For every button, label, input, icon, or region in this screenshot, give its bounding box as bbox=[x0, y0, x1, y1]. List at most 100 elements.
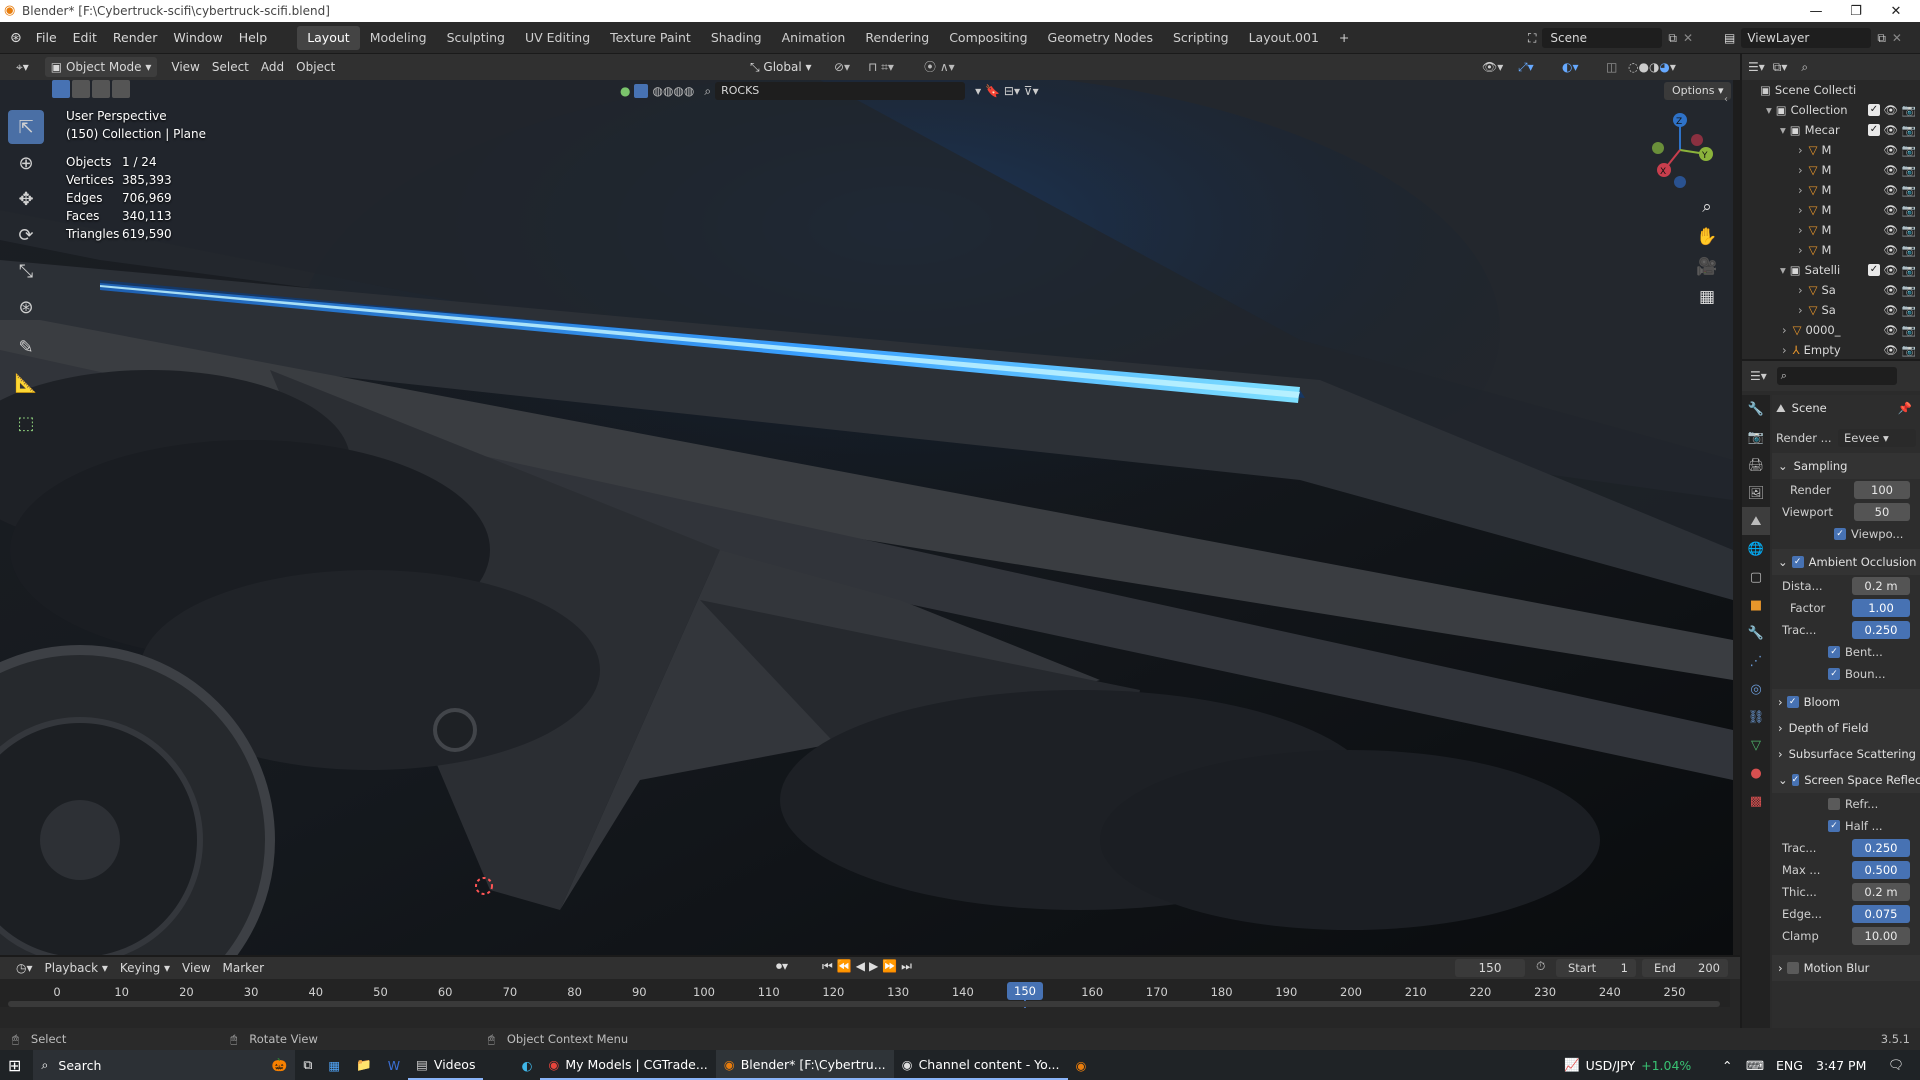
menu-keying[interactable]: Keying ▾ bbox=[114, 958, 176, 978]
bloom-panel-header[interactable]: › ✓ Bloom bbox=[1772, 689, 1920, 715]
zoom-icon[interactable]: ⌕ bbox=[1692, 192, 1722, 222]
render-camera-icon[interactable]: 📷 bbox=[1902, 163, 1916, 177]
render-camera-icon[interactable]: 📷 bbox=[1902, 243, 1916, 257]
keyboard-icon[interactable]: ⌨ bbox=[1738, 1050, 1772, 1080]
filter-icons[interactable]: ◍◍◍◍ bbox=[652, 84, 694, 98]
store-icon[interactable]: ▦ bbox=[320, 1050, 348, 1080]
pan-hand-icon[interactable]: ✋ bbox=[1692, 222, 1722, 252]
ao-checkbox[interactable]: ✓ bbox=[1791, 556, 1804, 568]
outliner-editor-icon[interactable]: ☰▾ bbox=[1748, 60, 1765, 74]
outliner-row[interactable]: ▾ ▣ Mecar ✓ 👁 📷 bbox=[1742, 120, 1920, 140]
ssr-max-field[interactable]: 0.500 bbox=[1852, 861, 1910, 879]
outliner-row[interactable]: › ▽ Sa 👁 📷 bbox=[1742, 300, 1920, 320]
render-camera-icon[interactable]: 📷 bbox=[1902, 343, 1916, 357]
render-camera-icon[interactable]: 📷 bbox=[1902, 203, 1916, 217]
select-subtract-icon[interactable] bbox=[92, 80, 110, 98]
bloom-checkbox[interactable]: ✓ bbox=[1786, 696, 1799, 708]
viewport-denoise-row[interactable]: ✓ Viewpo... bbox=[1772, 523, 1920, 545]
scale-tool-icon[interactable]: ⤡ bbox=[8, 254, 44, 288]
row-checkbox[interactable]: ✓ bbox=[1868, 124, 1880, 136]
menu-select[interactable]: Select bbox=[206, 57, 255, 77]
taskbar-app-chrome-2[interactable]: ◉ Channel content - Yo... bbox=[893, 1050, 1068, 1080]
eye-icon[interactable]: 👁 bbox=[1883, 103, 1898, 117]
physics-tab-icon[interactable]: ◎ bbox=[1742, 675, 1770, 703]
select-new-icon[interactable] bbox=[52, 80, 70, 98]
start-windows-icon[interactable]: ⊞ bbox=[0, 1050, 29, 1080]
output-tab-icon[interactable]: 🖨 bbox=[1742, 451, 1770, 479]
viewlayer-name-field[interactable]: ViewLayer bbox=[1741, 28, 1872, 48]
tab-scripting[interactable]: Scripting bbox=[1163, 26, 1239, 50]
menu-playback[interactable]: Playback ▾ bbox=[39, 958, 114, 978]
editor-type-icon[interactable]: ⌖▾ bbox=[10, 57, 35, 77]
eye-icon[interactable]: 👁 bbox=[1883, 123, 1898, 137]
properties-editor-icon[interactable]: ☰▾ bbox=[1750, 369, 1767, 383]
ao-factor-field[interactable]: 1.00 bbox=[1852, 599, 1910, 617]
properties-search-input[interactable]: ⌕ bbox=[1776, 367, 1897, 385]
timeline-editor-icon[interactable]: ◷▾ bbox=[10, 958, 39, 978]
render-camera-icon[interactable]: 📷 bbox=[1902, 103, 1916, 117]
render-camera-icon[interactable]: 📷 bbox=[1902, 283, 1916, 297]
world-tab-icon[interactable]: 🌐 bbox=[1742, 535, 1770, 563]
viewport-denoise-checkbox[interactable]: ✓ bbox=[1834, 528, 1846, 540]
taskbar-app-blender[interactable]: ◉ Blender* [F:\Cybertru... bbox=[715, 1050, 894, 1080]
timeline-ruler[interactable]: 0 10 20 30 40 50 60 70 80 90 100 110 120 130 140 160 170… bbox=[0, 979, 1730, 1008]
outliner-row[interactable]: › ▽ M 👁 📷 bbox=[1742, 160, 1920, 180]
annotate-tool-icon[interactable]: ✎ bbox=[8, 330, 44, 364]
overlay-toggle-icon[interactable]: ◐▾ bbox=[1556, 57, 1585, 77]
eye-icon[interactable]: 👁 bbox=[1883, 203, 1898, 217]
record-icon[interactable]: ⏺▾ bbox=[776, 959, 788, 974]
ao-panel-header[interactable]: ⌄ ✓ Ambient Occlusion bbox=[1772, 549, 1920, 575]
taskbar-search[interactable]: ⌕ Search 🎃 bbox=[33, 1050, 296, 1080]
ssr-half-checkbox[interactable]: ✓ bbox=[1828, 820, 1840, 832]
texture-tab-icon[interactable]: ▩ bbox=[1742, 787, 1770, 815]
eye-icon[interactable]: 👁 bbox=[1883, 163, 1898, 177]
dof-panel-header[interactable]: › Depth of Field bbox=[1772, 715, 1920, 741]
outliner-row[interactable]: ▾ ▣ Satelli ✓ 👁 📷 bbox=[1742, 260, 1920, 280]
new-viewlayer-icon[interactable]: ⧉ bbox=[1877, 31, 1886, 46]
menu-add[interactable]: Add bbox=[255, 57, 290, 77]
stopwatch-icon[interactable]: ⏱ bbox=[1536, 959, 1545, 974]
task-view-icon[interactable]: ⧉ bbox=[295, 1050, 320, 1080]
tab-shading[interactable]: Shading bbox=[701, 26, 772, 50]
eye-icon[interactable]: 👁 bbox=[1883, 143, 1898, 157]
eye-icon[interactable]: 👁 bbox=[1883, 343, 1898, 357]
render-camera-icon[interactable]: 📷 bbox=[1902, 223, 1916, 237]
close-icon[interactable]: ✕ bbox=[1876, 4, 1916, 19]
ssr-trace-field[interactable]: 0.250 bbox=[1852, 839, 1910, 857]
ssr-edge-field[interactable]: 0.075 bbox=[1852, 905, 1910, 923]
options-dropdown[interactable]: Options ▾ bbox=[1664, 82, 1732, 100]
ao-trace-field[interactable]: 0.250 bbox=[1852, 621, 1910, 639]
tab-sculpting[interactable]: Sculpting bbox=[437, 26, 515, 50]
mode-dropdown[interactable]: ▣ Object Mode ▾ bbox=[44, 57, 158, 77]
restore-icon[interactable]: ❐ bbox=[1836, 4, 1876, 19]
tool-tab-icon[interactable]: 🔧 bbox=[1742, 395, 1770, 423]
pin-icon[interactable]: 📌 bbox=[1898, 401, 1912, 415]
motion-blur-panel-header[interactable]: › Motion Blur bbox=[1772, 955, 1920, 981]
ao-bounce-row[interactable]: ✓ Boun... bbox=[1772, 663, 1920, 685]
new-scene-icon[interactable]: ⧉ bbox=[1668, 31, 1677, 46]
camera-view-icon[interactable]: 🎥 bbox=[1692, 252, 1722, 282]
end-frame-field[interactable]: End 200 bbox=[1642, 959, 1728, 977]
render-tab-icon[interactable]: 📷 bbox=[1742, 423, 1770, 451]
outliner-row[interactable]: ▾ ▣ Collection ✓ 👁 📷 bbox=[1742, 100, 1920, 120]
eye-icon[interactable]: 👁 bbox=[1883, 223, 1898, 237]
menu-object[interactable]: Object bbox=[290, 57, 341, 77]
row-checkbox[interactable]: ✓ bbox=[1868, 264, 1880, 276]
eye-icon[interactable]: 👁 bbox=[1883, 283, 1898, 297]
outliner-root[interactable]: ▣ Scene Collecti bbox=[1742, 80, 1920, 100]
current-frame-field[interactable]: 150 bbox=[1455, 959, 1525, 977]
search-input[interactable]: ROCKS bbox=[715, 82, 966, 100]
render-camera-icon[interactable]: 📷 bbox=[1902, 323, 1916, 337]
row-checkbox[interactable]: ✓ bbox=[1868, 104, 1880, 116]
tab-texture-paint[interactable]: Texture Paint bbox=[600, 26, 701, 50]
language-indicator[interactable]: ENG bbox=[1768, 1050, 1811, 1080]
tray-chevron-icon[interactable]: ⌃ bbox=[1714, 1050, 1740, 1080]
menu-window[interactable]: Window bbox=[165, 30, 230, 45]
eye-icon[interactable]: 👁 bbox=[1883, 303, 1898, 317]
select-extend-icon[interactable] bbox=[72, 80, 90, 98]
render-camera-icon[interactable]: 📷 bbox=[1902, 123, 1916, 137]
playback-controls[interactable]: ⏮⏪◀▶⏩⏭ bbox=[822, 959, 916, 974]
filter-funnel-icon[interactable]: ⊟▾ ⊽▾ bbox=[1004, 84, 1039, 98]
tab-layout-001[interactable]: Layout.001 bbox=[1239, 26, 1329, 50]
snap-icon[interactable]: ⊓ ⌗▾ bbox=[862, 57, 900, 77]
